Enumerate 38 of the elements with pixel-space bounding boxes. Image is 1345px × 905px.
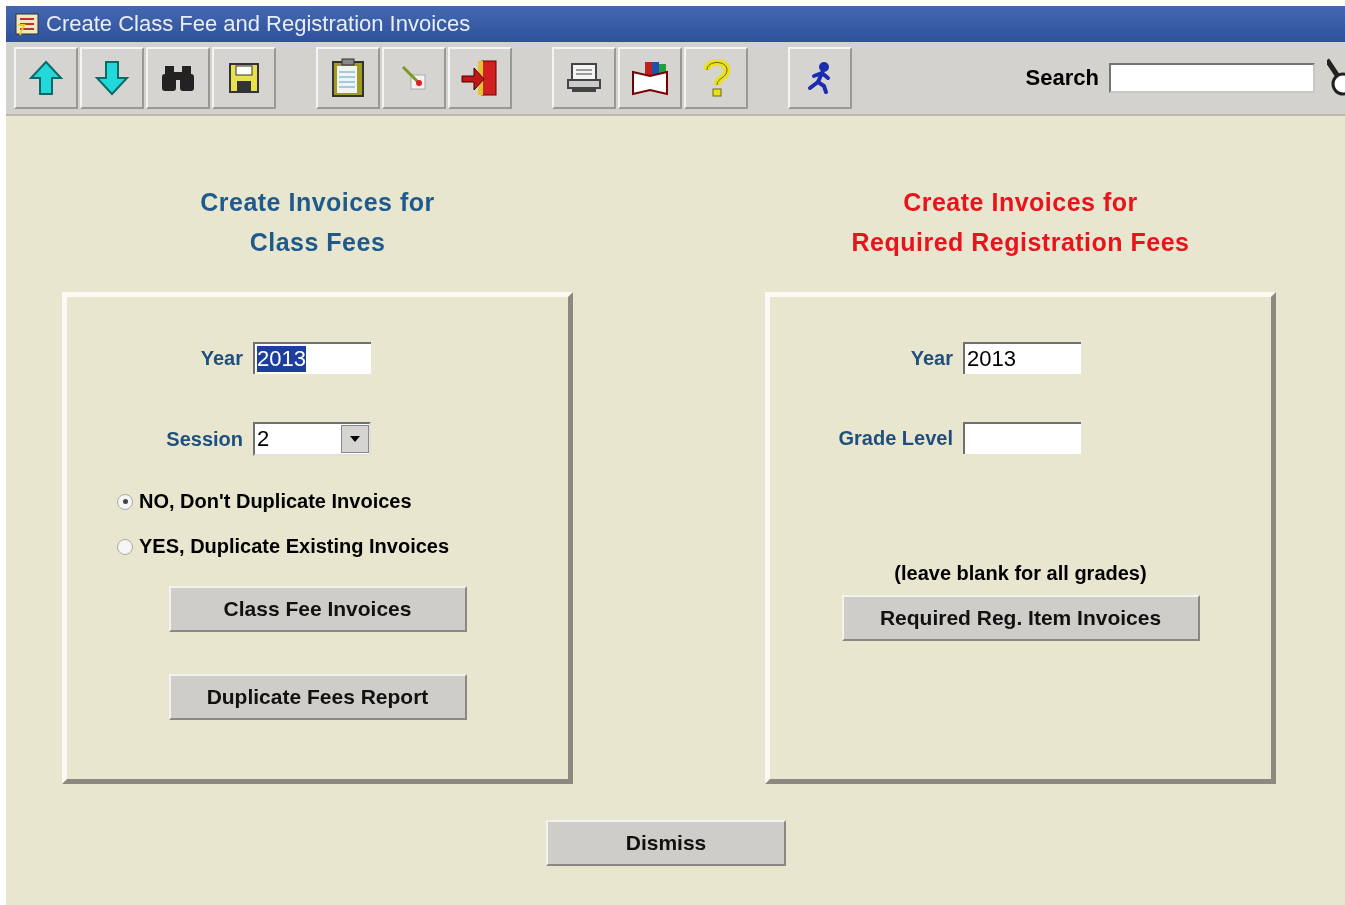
hint-text: (leave blank for all grades)	[894, 562, 1147, 585]
search-field[interactable]	[1109, 63, 1315, 93]
action-button[interactable]: Required Reg. Item Invoices	[841, 595, 1200, 641]
grade-level-field[interactable]	[963, 422, 1081, 454]
section-heading: Create Invoices for Required Registration Fees	[851, 187, 1190, 258]
section-heading: Create Invoices for Class Fees	[200, 187, 435, 258]
action-button[interactable]: Class Fee Invoices	[168, 586, 467, 632]
year-field[interactable]: 2013	[253, 342, 371, 374]
books-icon	[631, 60, 669, 96]
search-label: Search	[1025, 65, 1099, 91]
toolbar-button[interactable]	[316, 47, 380, 109]
down-arrow-icon	[94, 60, 130, 96]
year-label: Year	[909, 346, 954, 370]
clipboard-icon	[330, 58, 366, 98]
radio-option[interactable]: YES, Duplicate Existing Invoices	[117, 535, 450, 558]
toolbar-button[interactable]	[788, 47, 852, 109]
up-arrow-icon	[28, 60, 64, 96]
binoculars-icon	[161, 64, 195, 92]
year-label: Year	[199, 346, 244, 370]
toolbar-button[interactable]	[552, 47, 616, 109]
year-field[interactable]: 2013	[963, 342, 1081, 374]
caret-icon	[350, 436, 360, 442]
radio-option[interactable]: NO, Don't Duplicate Invoices	[117, 490, 412, 513]
session-label: Session	[165, 427, 244, 451]
toolbar-button[interactable]	[618, 47, 682, 109]
wand-icon	[399, 63, 429, 93]
dismiss-button[interactable]: Dismiss	[546, 820, 786, 866]
exit-door-icon	[460, 58, 500, 98]
magnifier-icon	[1327, 58, 1345, 98]
app-icon	[14, 11, 40, 37]
session-dropdown[interactable]: 2	[253, 422, 371, 456]
toolbar-button[interactable]	[146, 47, 210, 109]
toolbar-button[interactable]	[448, 47, 512, 109]
printer-icon	[566, 62, 602, 94]
window-title: Create Class Fee and Registration Invoices	[46, 11, 471, 37]
toolbar-button[interactable]	[212, 47, 276, 109]
action-button[interactable]: Duplicate Fees Report	[168, 674, 467, 720]
grade-level-label: Grade Level	[837, 426, 954, 450]
